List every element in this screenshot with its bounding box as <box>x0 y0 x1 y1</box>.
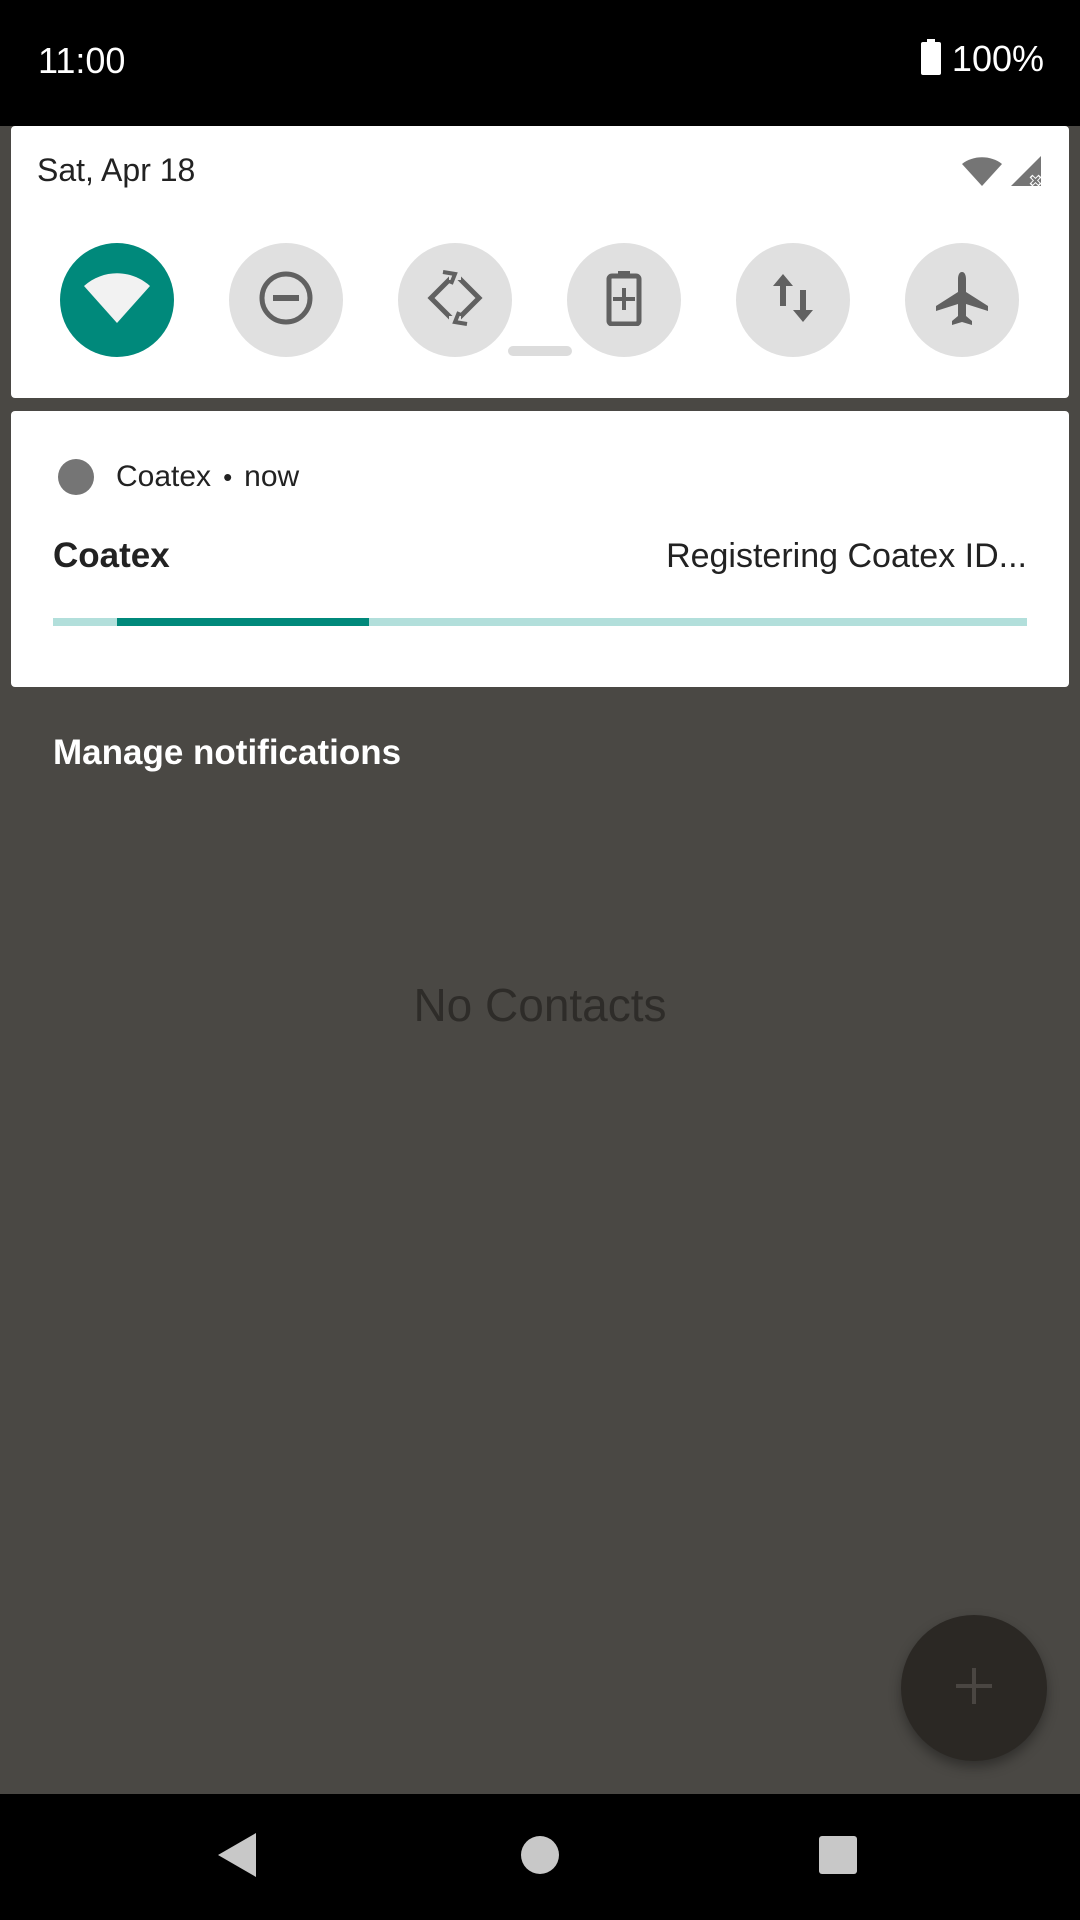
tile-mobile-data[interactable] <box>736 243 850 357</box>
home-button[interactable] <box>480 1794 600 1920</box>
add-contact-button[interactable] <box>901 1615 1047 1761</box>
back-button[interactable] <box>178 1794 298 1920</box>
plus-icon <box>954 1666 994 1711</box>
back-icon <box>216 1831 260 1884</box>
status-time: 11:00 <box>38 40 126 81</box>
qs-drag-handle[interactable] <box>508 346 572 356</box>
quick-settings-tiles <box>60 243 1030 359</box>
notification-header: Coatex • now <box>58 459 299 495</box>
tile-wifi[interactable] <box>60 243 174 357</box>
notification-text: Registering Coatex ID... <box>666 537 1027 575</box>
notification-separator: • <box>223 461 233 492</box>
battery-saver-icon <box>606 270 642 331</box>
tile-airplane-mode[interactable] <box>905 243 1019 357</box>
tile-do-not-disturb[interactable] <box>229 243 343 357</box>
do-not-disturb-icon <box>258 270 314 331</box>
recents-button[interactable] <box>778 1794 898 1920</box>
app-icon <box>58 459 94 495</box>
recents-icon <box>818 1835 858 1880</box>
tile-battery-saver[interactable] <box>567 243 681 357</box>
quick-settings-panel: Sat, Apr 18 <box>11 126 1069 398</box>
home-icon <box>520 1835 560 1880</box>
manage-notifications-button[interactable]: Manage notifications <box>53 733 401 773</box>
qs-date[interactable]: Sat, Apr 18 <box>37 152 195 189</box>
wifi-icon <box>83 272 151 329</box>
empty-state-text: No Contacts <box>413 979 667 1031</box>
notification-card[interactable]: Coatex • now Coatex Registering Coatex I… <box>11 411 1069 687</box>
tile-auto-rotate[interactable] <box>398 243 512 357</box>
status-right: 100% <box>920 38 1044 80</box>
battery-full-icon <box>920 38 942 80</box>
wifi-icon <box>961 155 1003 192</box>
notification-app-name: Coatex <box>116 460 212 493</box>
progress-bar <box>53 618 1027 626</box>
progress-indicator <box>117 618 369 626</box>
auto-rotate-icon <box>425 267 485 333</box>
navigation-bar <box>0 1794 1080 1920</box>
notification-title: Coatex <box>53 536 170 575</box>
qs-indicators <box>961 154 1043 193</box>
airplane-icon <box>934 270 990 331</box>
cellular-no-signal-icon <box>1009 154 1043 193</box>
notification-time: now <box>244 460 300 493</box>
battery-percent: 100% <box>951 38 1044 79</box>
mobile-data-icon <box>771 272 815 329</box>
status-bar: 11:00 100% <box>0 0 1080 126</box>
